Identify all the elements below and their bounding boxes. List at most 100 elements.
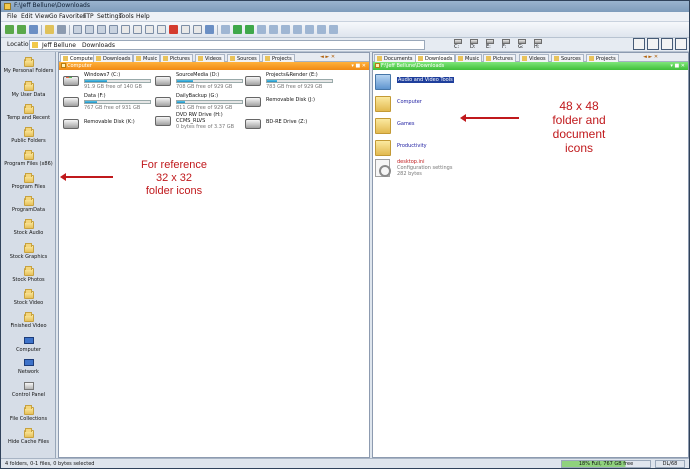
leftbar-item-stock-graphics[interactable]: Stock Graphics — [1, 243, 56, 265]
delete-icon[interactable] — [169, 25, 178, 34]
breadcrumb-item[interactable]: Downloads — [82, 42, 115, 49]
path-bar-controls[interactable]: ▾ ■ ✕ — [670, 62, 685, 70]
pane-icon[interactable] — [305, 25, 314, 34]
drive-button-g[interactable]: G: — [517, 39, 527, 51]
forward-icon[interactable] — [17, 25, 26, 34]
drive-item[interactable]: SourceMedia (D:) 708 GB free of 929 GB — [155, 72, 247, 94]
page-icon[interactable] — [157, 25, 166, 34]
leftbar-item-stock-photos[interactable]: Stock Photos — [1, 266, 56, 288]
list-item[interactable]: Games — [375, 116, 495, 136]
leftbar-item-public-folders[interactable]: Public Folders — [1, 127, 56, 149]
list-item[interactable]: Productivity — [375, 138, 495, 158]
tab-videos[interactable]: Videos — [195, 54, 225, 62]
tab-downloads[interactable]: Downloads — [93, 54, 134, 62]
list-view-icon[interactable] — [257, 25, 266, 34]
leftbar-item-file-collections[interactable]: File Collections — [1, 405, 56, 427]
tab-videos[interactable]: Videos — [519, 54, 549, 62]
details-view-icon[interactable] — [661, 38, 673, 50]
thumbnail-view-icon[interactable] — [633, 38, 645, 50]
leftbar-item-stock-video[interactable]: Stock Video — [1, 289, 56, 311]
list-view-icon[interactable] — [647, 38, 659, 50]
drive-item[interactable]: Removable Disk (K:) — [63, 115, 155, 137]
settings-file-icon — [375, 159, 391, 177]
view-icon[interactable] — [205, 25, 214, 34]
drive-button-h[interactable]: H: — [533, 39, 543, 51]
menu-settings[interactable]: Settings — [97, 13, 122, 20]
location-field[interactable]: Jeff Bellune Downloads — [29, 40, 425, 50]
refresh-icon[interactable] — [57, 25, 66, 34]
drive-item[interactable]: Removable Disk (J:) — [245, 93, 337, 115]
drive-item[interactable]: Data (F:) 767 GB free of 931 GB — [63, 93, 155, 115]
tab-projects[interactable]: Projects — [586, 54, 619, 62]
paste-icon[interactable] — [85, 25, 94, 34]
drive-item[interactable]: Windows7 (C:) 91.9 GB free of 140 GB — [63, 72, 155, 94]
leftbar-item-programdata[interactable]: ProgramData — [1, 196, 56, 218]
drive-item[interactable]: DVD RW Drive (H:) CCMS_RLVS 0 bytes free… — [155, 112, 247, 134]
tab-music[interactable]: Music — [455, 54, 483, 62]
details-view-icon[interactable] — [221, 25, 230, 34]
menu-edit[interactable]: Edit — [21, 13, 33, 20]
drive-button-f[interactable]: F: — [501, 39, 511, 51]
folder-icon — [265, 56, 270, 61]
tab-sources[interactable]: Sources — [227, 54, 260, 62]
pane-icon[interactable] — [329, 25, 338, 34]
tab-music[interactable]: Music — [133, 54, 161, 62]
breadcrumb-item[interactable]: Jeff Bellune — [42, 42, 76, 49]
leftbar-item-control-panel[interactable]: Control Panel — [1, 381, 56, 403]
terminal-icon[interactable] — [233, 25, 242, 34]
leftbar-item-hide-cache-files[interactable]: Hide Cache Files — [1, 428, 56, 450]
leftbar-item-computer[interactable]: Computer — [1, 336, 56, 358]
path-bar-controls[interactable]: ▾ ■ ✕ — [351, 62, 366, 70]
menu-go[interactable]: Go — [49, 13, 57, 20]
tab-controls[interactable]: ◄ ► ✕ — [320, 54, 335, 60]
tiles-view-icon[interactable] — [675, 38, 687, 50]
tab-controls[interactable]: ◄ ► ✕ — [643, 54, 658, 60]
list-view-icon[interactable] — [269, 25, 278, 34]
tab-projects[interactable]: Projects — [262, 54, 295, 62]
leftbar-item-stock-audio[interactable]: Stock Audio — [1, 219, 56, 241]
drive-button-d[interactable]: D: — [469, 39, 479, 51]
tab-documents[interactable]: Documents — [374, 54, 416, 62]
menu-ftp[interactable]: FTP — [83, 13, 94, 20]
leftbar-item-program-files[interactable]: Program Files — [1, 173, 56, 195]
up-icon[interactable] — [29, 25, 38, 34]
list-item[interactable]: desktop.ini Configuration settings 282 b… — [375, 159, 495, 179]
tab-pictures[interactable]: Pictures — [160, 54, 193, 62]
leftbar-item-network[interactable]: Network — [1, 358, 56, 380]
leftbar-item-my-personal-folders[interactable]: My Personal Folders — [1, 57, 56, 79]
pane-icon[interactable] — [317, 25, 326, 34]
leftbar-item-my-user-data[interactable]: My User Data — [1, 81, 56, 103]
list-item[interactable]: Audio and Video Tools — [375, 72, 495, 92]
drive-button-c[interactable]: C: — [453, 39, 463, 51]
drive-item[interactable]: BD-RE Drive (Z:) — [245, 115, 337, 137]
list-item[interactable]: Computer — [375, 94, 495, 114]
tab-sources[interactable]: Sources — [551, 54, 584, 62]
leftbar-item-program-files-x86[interactable]: Program Files (x86) — [1, 150, 56, 172]
dual-pane-icon[interactable] — [281, 25, 290, 34]
folder-icon[interactable] — [45, 25, 54, 34]
tab-downloads[interactable]: Downloads — [415, 54, 456, 62]
copy-icon[interactable] — [73, 25, 82, 34]
menu-help[interactable]: Help — [136, 13, 150, 20]
leftbar-item-temp-and-recent[interactable]: Temp and Recent — [1, 104, 56, 126]
drive-item[interactable]: Projects&Render (E:) 783 GB free of 929 … — [245, 72, 337, 94]
menu-view[interactable]: View — [35, 13, 49, 20]
page-icon[interactable] — [133, 25, 142, 34]
page-icon[interactable] — [121, 25, 130, 34]
drive-usage-fill — [85, 101, 97, 103]
cut-icon[interactable] — [97, 25, 106, 34]
folder-icon — [24, 428, 34, 438]
pane-icon[interactable] — [293, 25, 302, 34]
terminal-icon[interactable] — [245, 25, 254, 34]
back-icon[interactable] — [5, 25, 14, 34]
leftbar-item-finished-video[interactable]: Finished Video — [1, 312, 56, 334]
folder-icon — [375, 140, 391, 156]
new-file-icon[interactable] — [193, 25, 202, 34]
menu-tools[interactable]: Tools — [119, 13, 134, 20]
drive-button-e[interactable]: E: — [485, 39, 495, 51]
page-icon[interactable] — [145, 25, 154, 34]
properties-icon[interactable] — [181, 25, 190, 34]
menu-file[interactable]: File — [7, 13, 17, 20]
tab-pictures[interactable]: Pictures — [483, 54, 516, 62]
move-icon[interactable] — [109, 25, 118, 34]
